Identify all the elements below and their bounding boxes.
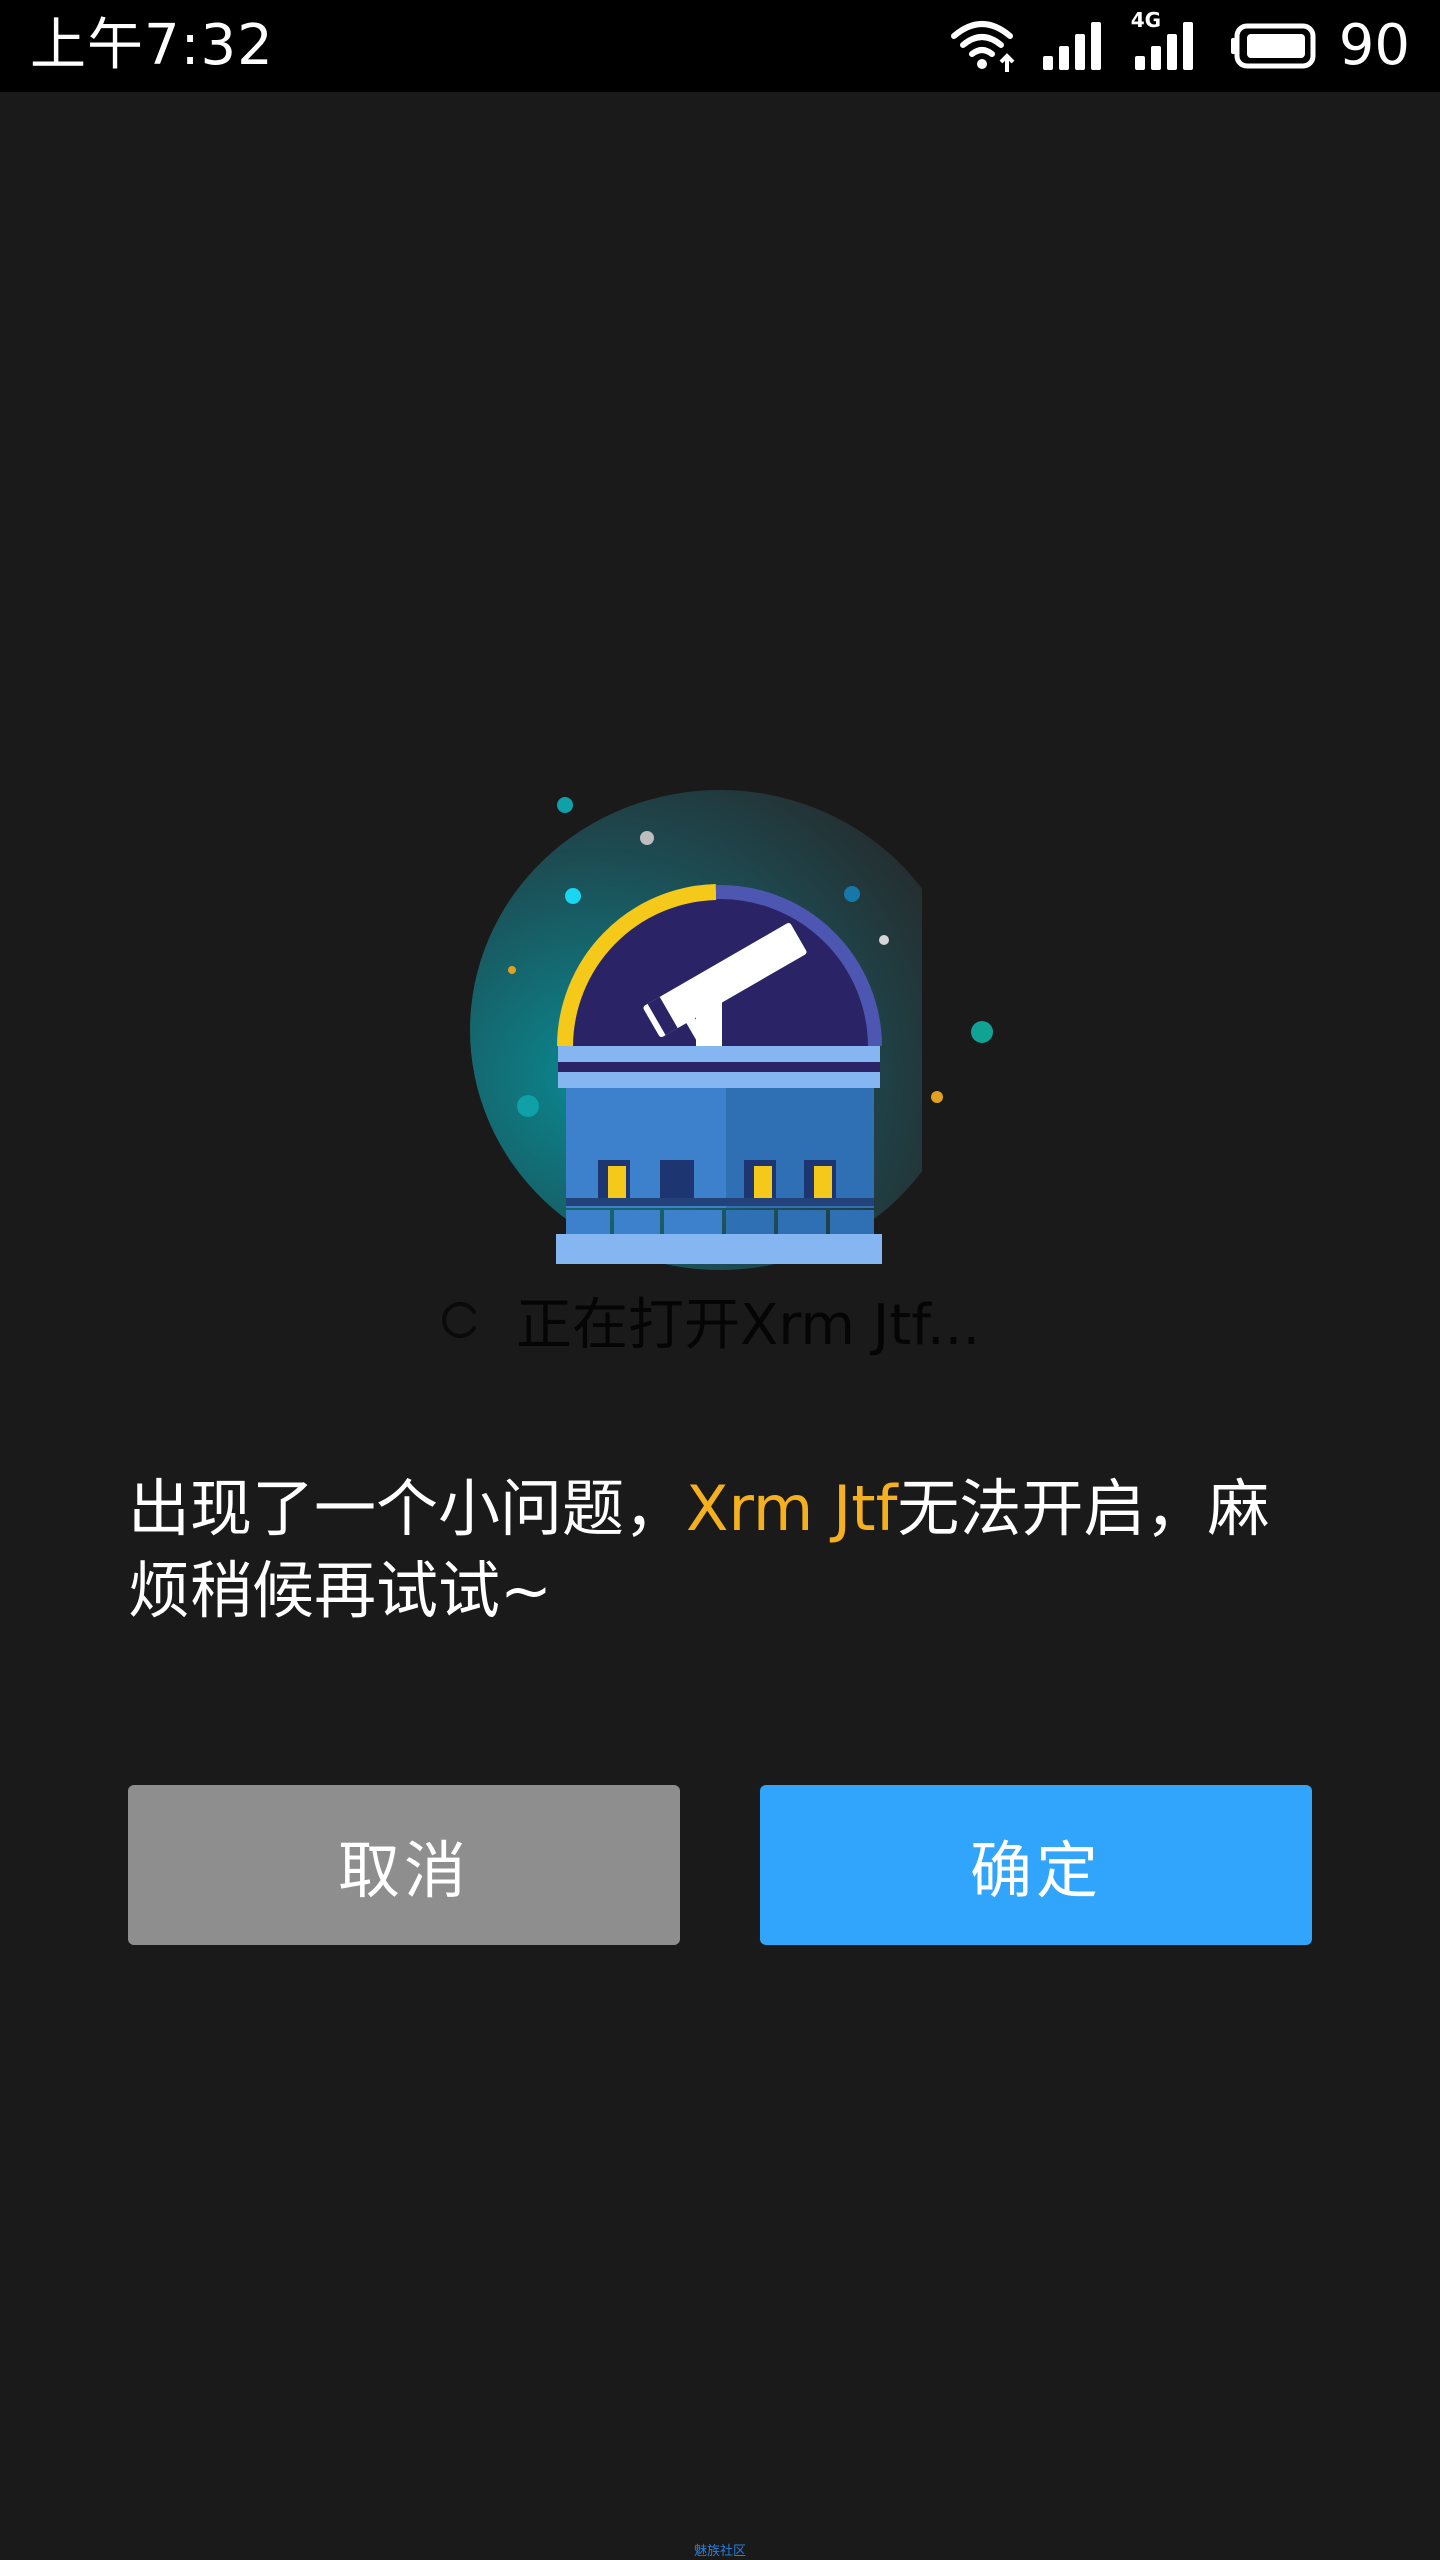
4g-signal-indicator: 4G: [1131, 8, 1207, 76]
wifi-icon: [950, 21, 1015, 72]
loading-spinner-icon: [442, 1302, 476, 1338]
network-type-label: 4G: [1130, 8, 1162, 32]
loading-row: 正在打开Xrm Jtf...: [440, 1280, 980, 1360]
battery-level: 90: [1338, 13, 1410, 78]
battery-icon: [1230, 23, 1316, 69]
cancel-button-label: 取消: [337, 1834, 470, 1907]
watermark: 魅族社区: [693, 2544, 746, 2559]
error-message-prefix: 出现了一个小问题，: [128, 1472, 687, 1545]
status-bar: 上午7:32 4G 90: [0, 0, 1440, 92]
app-name: Xrm Jtf: [686, 1472, 898, 1545]
confirm-button-label: 确定: [969, 1834, 1102, 1907]
confirm-button[interactable]: 确定: [760, 1785, 1312, 1945]
status-time: 上午7:32: [30, 13, 274, 78]
cancel-button[interactable]: 取消: [128, 1785, 680, 1945]
cellular-signal-icon: [1042, 22, 1101, 70]
status-icons: 4G 90: [949, 0, 1440, 92]
loading-text: 正在打开Xrm Jtf...: [516, 1292, 981, 1358]
error-message: 出现了一个小问题，Xrm Jtf无法开启，麻烦稍候再试试~: [128, 1468, 1312, 1632]
observatory-illustration: [470, 780, 1020, 1300]
